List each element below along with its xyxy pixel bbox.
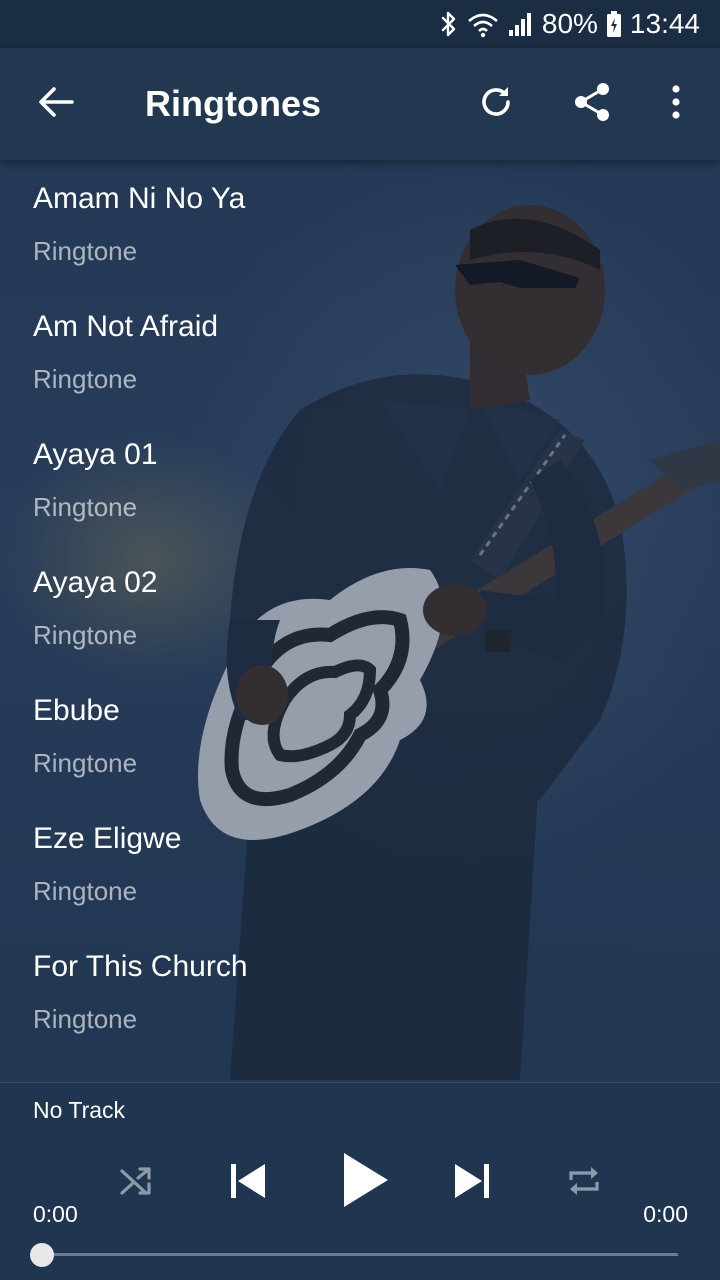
now-playing-title: No Track	[33, 1097, 126, 1123]
ringtones-screen: 80% 13:44 Ringtones Amam Ni No Ya Ringto…	[0, 0, 720, 1280]
clock: 13:44	[629, 8, 700, 39]
page-title: Ringtones	[145, 83, 321, 124]
ringtone-subtitle: Ringtone	[33, 364, 138, 394]
list-item[interactable]: Amam Ni No Ya Ringtone	[0, 160, 720, 288]
media-player: No Track 0:00 0:00	[0, 1082, 720, 1280]
shuffle-button[interactable]	[110, 1157, 162, 1209]
ringtone-list: Amam Ni No Ya Ringtone Am Not Afraid Rin…	[0, 160, 720, 1056]
app-toolbar: Ringtones	[0, 48, 720, 160]
back-button[interactable]	[26, 76, 86, 132]
list-item[interactable]: Eze Eligwe Ringtone	[0, 800, 720, 928]
refresh-icon	[478, 84, 514, 125]
status-bar: 80% 13:44	[0, 0, 720, 48]
total-time: 0:00	[643, 1201, 688, 1227]
next-button[interactable]	[442, 1153, 502, 1213]
play-icon	[340, 1151, 390, 1214]
share-button[interactable]	[564, 76, 620, 132]
ringtone-subtitle: Ringtone	[33, 748, 138, 778]
more-vert-icon	[670, 84, 682, 125]
list-item[interactable]: Am Not Afraid Ringtone	[0, 288, 720, 416]
battery-percent: 80%	[541, 8, 598, 39]
previous-button[interactable]	[218, 1153, 278, 1213]
signal-icon	[508, 10, 534, 38]
ringtone-title: Am Not Afraid	[33, 310, 219, 343]
list-item[interactable]: Ebube Ringtone	[0, 672, 720, 800]
battery-charging-icon	[606, 10, 622, 38]
list-item[interactable]: For This Church Ringtone	[0, 928, 720, 1056]
refresh-button[interactable]	[468, 76, 524, 132]
current-time: 0:00	[33, 1201, 78, 1227]
list-item[interactable]: Ayaya 01 Ringtone	[0, 416, 720, 544]
ringtone-title: For This Church	[33, 950, 248, 983]
ringtone-subtitle: Ringtone	[33, 620, 138, 650]
ringtone-subtitle: Ringtone	[33, 1004, 138, 1034]
wifi-icon	[466, 10, 500, 38]
share-icon	[573, 82, 611, 127]
ringtone-title: Amam Ni No Ya	[33, 182, 246, 215]
ringtone-title: Eze Eligwe	[33, 822, 182, 855]
ringtone-subtitle: Ringtone	[33, 492, 138, 522]
play-button[interactable]	[326, 1143, 404, 1221]
arrow-back-icon	[38, 86, 74, 123]
ringtone-title: Ayaya 02	[33, 566, 158, 599]
repeat-button[interactable]	[558, 1157, 610, 1209]
seek-thumb[interactable]	[30, 1243, 54, 1267]
bluetooth-icon	[440, 10, 458, 38]
repeat-icon	[565, 1162, 603, 1205]
ringtone-subtitle: Ringtone	[33, 236, 138, 266]
ringtone-subtitle: Ringtone	[33, 876, 138, 906]
list-item[interactable]: Ayaya 02 Ringtone	[0, 544, 720, 672]
ringtone-title: Ebube	[33, 694, 120, 727]
more-options-button[interactable]	[648, 76, 704, 132]
skip-next-icon	[452, 1161, 492, 1206]
status-icons: 80% 13:44	[440, 0, 700, 48]
ringtone-title: Ayaya 01	[33, 438, 158, 471]
skip-previous-icon	[228, 1161, 268, 1206]
shuffle-icon	[118, 1163, 154, 1204]
seek-bar[interactable]	[42, 1253, 678, 1256]
